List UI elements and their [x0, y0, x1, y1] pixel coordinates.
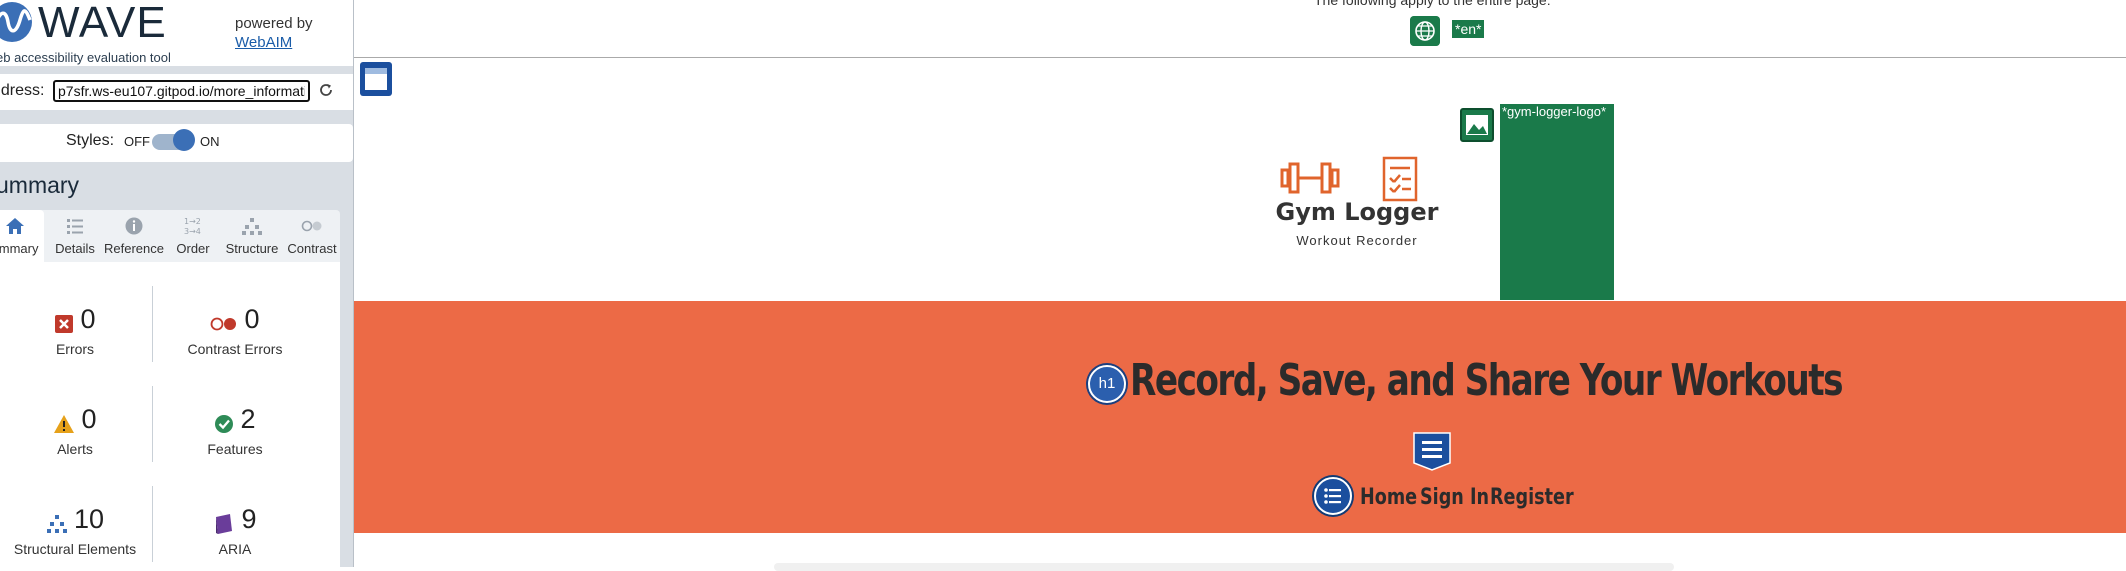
document-info-text: The following apply to the entire page: [1314, 0, 1551, 8]
content-card-edge [774, 563, 1674, 571]
features-label: Features [207, 441, 263, 457]
hero-banner: h1 Record, Save, and Share Your Workouts… [354, 301, 2126, 533]
contrast-errors-label: Contrast Errors [187, 341, 283, 357]
aria-stat[interactable]: 9 ARIA [160, 504, 310, 557]
powered-by-text: powered by [235, 15, 313, 32]
wave-header: WAVE eb accessibility evaluation tool po… [0, 0, 353, 66]
wave-tabs: ummary Details Reference 1→23→4 Order St… [0, 210, 340, 262]
hero-heading: Record, Save, and Share Your Workouts [1130, 355, 1843, 406]
errors-stat[interactable]: 0 Errors [0, 304, 150, 357]
header-landmark-icon[interactable] [360, 62, 392, 96]
aria-icon [216, 513, 233, 534]
list-icon[interactable] [1314, 477, 1352, 515]
logo-title: Gym Logger [1275, 198, 1439, 226]
divider [152, 386, 153, 462]
tab-structure[interactable]: Structure [222, 210, 282, 262]
features-stat[interactable]: 2 Features [160, 404, 310, 457]
image-alt-label: *gym-logger-logo* [1502, 104, 1607, 119]
logo-subtitle: Workout Recorder [1296, 233, 1418, 248]
alert-icon [54, 414, 75, 433]
navigation-landmark-icon[interactable] [1412, 431, 1452, 471]
info-icon [125, 217, 143, 235]
wave-tagline: eb accessibility evaluation tool [0, 50, 171, 65]
styles-label: Styles: [66, 132, 115, 149]
home-icon [6, 218, 24, 234]
tab-label: Structure [225, 241, 279, 256]
order-icon: 1→23→4 [184, 217, 201, 236]
list-icon [67, 219, 83, 234]
language-icon[interactable] [1410, 16, 1440, 46]
wave-logo-icon [0, 2, 32, 42]
tab-summary[interactable]: ummary [0, 210, 44, 262]
structure-icon [242, 218, 262, 235]
dumbbell-icon [1280, 162, 1340, 194]
h1-badge[interactable]: h1 [1088, 365, 1126, 403]
image-alt-highlight [1500, 104, 1614, 300]
summary-panel: 0 Errors 0 Contrast Errors 0 Alerts 2 Fe… [0, 262, 340, 567]
tab-label: Contrast [287, 241, 337, 256]
address-bar: ddress: [0, 74, 353, 110]
alerts-stat[interactable]: 0 Alerts [0, 404, 150, 457]
nav-sign-in[interactable]: Sign In [1420, 485, 1489, 510]
nav-register[interactable]: Register [1490, 485, 1574, 510]
structural-elements-stat[interactable]: 10 Structural Elements [0, 504, 150, 557]
divider [152, 486, 153, 562]
tab-order[interactable]: 1→2 3→4 Order [168, 210, 218, 262]
aria-count: 9 [241, 504, 257, 534]
contrast-icon [301, 220, 322, 232]
checklist-icon [1382, 156, 1418, 202]
styles-on-label: ON [200, 134, 220, 149]
error-icon [55, 314, 74, 333]
aria-label: ARIA [218, 541, 252, 557]
tab-contrast[interactable]: Contrast [283, 210, 341, 262]
tab-details[interactable]: Details [46, 210, 104, 262]
tab-reference[interactable]: Reference [104, 210, 164, 262]
webaim-link[interactable]: WebAIM [235, 34, 292, 51]
wave-sidebar: WAVE eb accessibility evaluation tool po… [0, 0, 354, 567]
errors-label: Errors [55, 341, 95, 357]
alerts-count: 0 [81, 404, 97, 434]
svg-text:3→4: 3→4 [184, 227, 201, 236]
language-label: *en* [1452, 20, 1485, 38]
reload-icon[interactable] [318, 82, 334, 98]
tab-label: Reference [104, 241, 164, 256]
feature-icon [215, 414, 234, 433]
contrast-errors-stat[interactable]: 0 Contrast Errors [160, 304, 310, 357]
tab-label: ummary [0, 241, 39, 256]
structure-icon [46, 514, 67, 533]
wave-wordmark: WAVE [38, 0, 167, 47]
tab-label: Order [176, 241, 210, 256]
contrast-error-icon [211, 317, 237, 331]
styles-toggle-row: Styles: OFF ON [0, 124, 353, 162]
address-label: ddress: [0, 82, 45, 99]
contrast-errors-count: 0 [244, 304, 260, 334]
image-alt-icon[interactable] [1460, 108, 1494, 142]
summary-heading: ummary [0, 172, 80, 198]
address-input[interactable] [53, 80, 310, 102]
tab-label: Details [55, 241, 95, 256]
features-count: 2 [240, 404, 256, 434]
alerts-label: Alerts [57, 441, 93, 457]
divider [152, 286, 153, 362]
structural-elements-label: Structural Elements [13, 541, 137, 557]
evaluated-page: The following apply to the entire page: … [354, 0, 2126, 571]
page-body-below [354, 533, 2126, 571]
errors-count: 0 [80, 304, 96, 334]
svg-text:1→2: 1→2 [184, 217, 201, 226]
nav-home[interactable]: Home [1360, 485, 1417, 510]
document-info-bar: The following apply to the entire page: … [354, 0, 2126, 58]
styles-off-label: OFF [124, 134, 150, 149]
structural-elements-count: 10 [73, 504, 105, 534]
styles-toggle-knob[interactable] [173, 129, 195, 151]
